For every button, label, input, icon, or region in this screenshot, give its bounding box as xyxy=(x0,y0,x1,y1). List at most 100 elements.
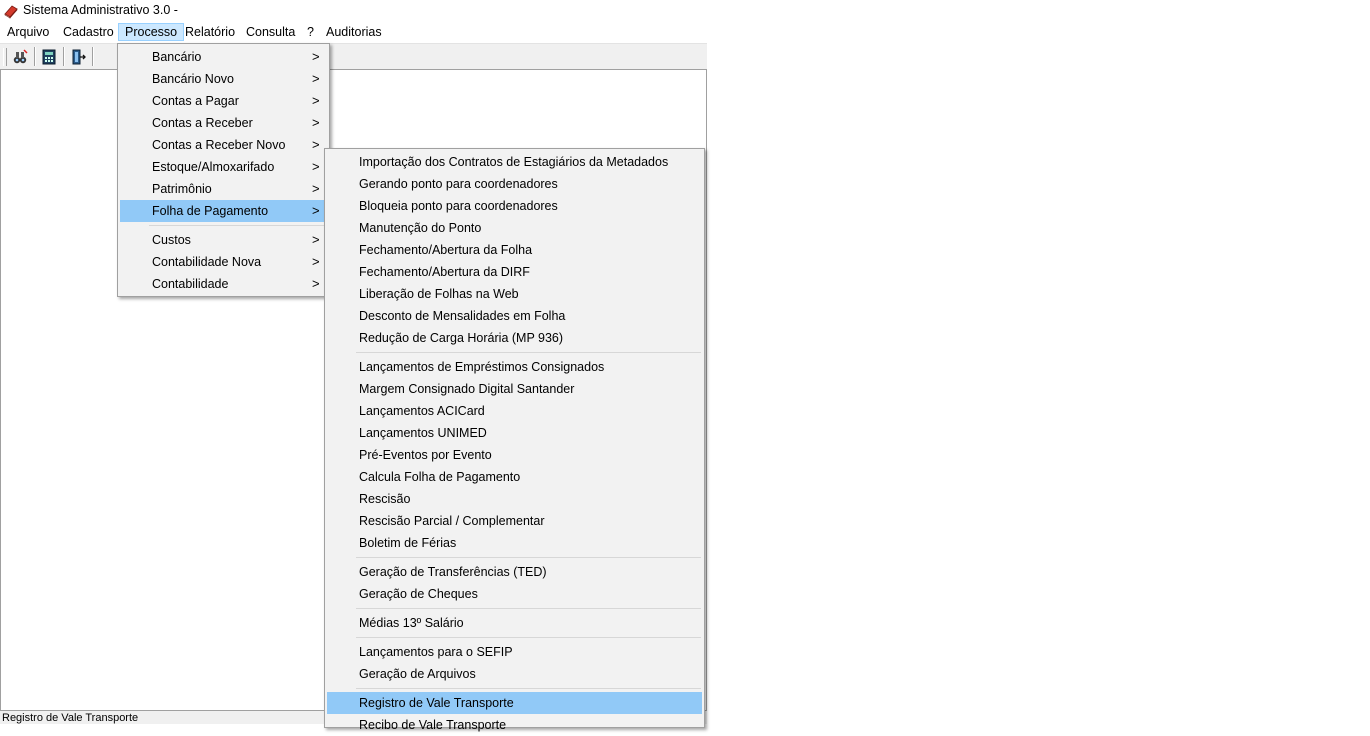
submenu-arrow-icon: > xyxy=(312,203,320,218)
menu-item-label: Geração de Cheques xyxy=(359,587,478,601)
submenu-arrow-icon: > xyxy=(312,49,320,64)
menu-cadastro[interactable]: Cadastro xyxy=(57,23,120,41)
search-binoculars-icon[interactable] xyxy=(9,46,31,67)
submenu-arrow-icon: > xyxy=(312,71,320,86)
submenu-arrow-icon: > xyxy=(312,254,320,269)
menu-item-label: Manutenção do Ponto xyxy=(359,221,482,235)
menu-item-label: Importação dos Contratos de Estagiários … xyxy=(359,155,669,169)
submenu-arrow-icon: > xyxy=(312,276,320,291)
menu-item-liberacao-folhas-web[interactable]: Liberação de Folhas na Web xyxy=(327,283,702,305)
menu-separator xyxy=(356,557,701,558)
window-title: Sistema Administrativo 3.0 - xyxy=(23,3,178,17)
menu-item-contas-a-receber[interactable]: Contas a Receber > xyxy=(120,112,327,134)
menu-item-label: Estoque/Almoxarifado xyxy=(152,160,275,174)
menu-item-gerando-ponto-coordenadores[interactable]: Gerando ponto para coordenadores xyxy=(327,173,702,195)
menu-item-label: Calcula Folha de Pagamento xyxy=(359,470,521,484)
menu-item-label: Contas a Receber Novo xyxy=(152,138,286,152)
menu-item-label: Patrimônio xyxy=(152,182,212,196)
menu-item-fechamento-abertura-folha[interactable]: Fechamento/Abertura da Folha xyxy=(327,239,702,261)
menu-item-fechamento-abertura-dirf[interactable]: Fechamento/Abertura da DIRF xyxy=(327,261,702,283)
folha-de-pagamento-submenu: Importação dos Contratos de Estagiários … xyxy=(324,148,705,732)
menu-item-label: Recibo de Vale Transporte xyxy=(359,718,507,732)
submenu-arrow-icon: > xyxy=(312,159,320,174)
menu-item-label: Rescisão Parcial / Complementar xyxy=(359,514,545,528)
menu-item-label: Rescisão xyxy=(359,492,411,506)
menu-item-label: Bloqueia ponto para coordenadores xyxy=(359,199,558,213)
menu-item-label: Folha de Pagamento xyxy=(152,204,269,218)
menu-item-estoque-almoxarifado[interactable]: Estoque/Almoxarifado > xyxy=(120,156,327,178)
menu-item-bancario-novo[interactable]: Bancário Novo > xyxy=(120,68,327,90)
menu-consulta[interactable]: Consulta xyxy=(240,23,301,41)
toolbar-grip[interactable] xyxy=(3,48,7,66)
menu-item-contas-a-pagar[interactable]: Contas a Pagar > xyxy=(120,90,327,112)
submenu-arrow-icon: > xyxy=(312,93,320,108)
menu-auditorias[interactable]: Auditorias xyxy=(320,23,388,41)
menu-item-lancamentos-unimed[interactable]: Lançamentos UNIMED xyxy=(327,422,702,444)
menu-item-label: Fechamento/Abertura da Folha xyxy=(359,243,533,257)
menu-item-bloqueia-ponto-coordenadores[interactable]: Bloqueia ponto para coordenadores xyxy=(327,195,702,217)
menu-item-label: Pré-Eventos por Evento xyxy=(359,448,492,462)
menu-item-margem-consignado-santander[interactable]: Margem Consignado Digital Santander xyxy=(327,378,702,400)
menu-separator xyxy=(356,608,701,609)
menu-arquivo[interactable]: Arquivo xyxy=(1,23,55,41)
menu-item-contas-a-receber-novo[interactable]: Contas a Receber Novo > xyxy=(120,134,327,156)
menu-item-label: Contabilidade Nova xyxy=(152,255,262,269)
menu-item-lancamentos-acicard[interactable]: Lançamentos ACICard xyxy=(327,400,702,422)
menu-separator xyxy=(356,637,701,638)
menu-item-label: Registro de Vale Transporte xyxy=(359,696,514,710)
menu-item-label: Fechamento/Abertura da DIRF xyxy=(359,265,530,279)
menu-item-label: Custos xyxy=(152,233,191,247)
menu-item-pre-eventos[interactable]: Pré-Eventos por Evento xyxy=(327,444,702,466)
menu-item-calcula-folha[interactable]: Calcula Folha de Pagamento xyxy=(327,466,702,488)
menu-item-label: Gerando ponto para coordenadores xyxy=(359,177,558,191)
menu-item-custos[interactable]: Custos > xyxy=(120,229,327,251)
menu-item-label: Redução de Carga Horária (MP 936) xyxy=(359,331,564,345)
app-book-icon xyxy=(3,3,19,19)
menu-item-lancamentos-sefip[interactable]: Lançamentos para o SEFIP xyxy=(327,641,702,663)
menu-item-boletim-ferias[interactable]: Boletim de Férias xyxy=(327,532,702,554)
menu-item-label: Liberação de Folhas na Web xyxy=(359,287,519,301)
exit-door-icon[interactable] xyxy=(67,46,89,67)
menu-item-label: Contabilidade xyxy=(152,277,229,291)
menu-item-patrimonio[interactable]: Patrimônio > xyxy=(120,178,327,200)
menu-separator xyxy=(149,225,326,226)
menu-item-bancario[interactable]: Bancário > xyxy=(120,46,327,68)
menu-separator xyxy=(356,352,701,353)
processo-menu: Bancário > Bancário Novo > Contas a Paga… xyxy=(117,43,330,297)
menu-item-label: Lançamentos para o SEFIP xyxy=(359,645,513,659)
menu-help[interactable]: ? xyxy=(301,23,320,41)
menu-item-rescisao[interactable]: Rescisão xyxy=(327,488,702,510)
menu-item-contabilidade-nova[interactable]: Contabilidade Nova > xyxy=(120,251,327,273)
menu-item-label: Lançamentos ACICard xyxy=(359,404,485,418)
toolbar-separator xyxy=(92,47,94,66)
menu-item-manutencao-ponto[interactable]: Manutenção do Ponto xyxy=(327,217,702,239)
menu-item-folha-de-pagamento[interactable]: Folha de Pagamento > xyxy=(120,200,327,222)
menu-item-label: Bancário Novo xyxy=(152,72,234,86)
menu-item-label: Geração de Transferências (TED) xyxy=(359,565,547,579)
toolbar-separator xyxy=(34,47,36,66)
toolbar xyxy=(0,43,707,70)
menu-item-medias-13-salario[interactable]: Médias 13º Salário xyxy=(327,612,702,634)
menu-item-geracao-ted[interactable]: Geração de Transferências (TED) xyxy=(327,561,702,583)
menu-item-desconto-mensalidades[interactable]: Desconto de Mensalidades em Folha xyxy=(327,305,702,327)
menu-item-emprestimos-consignados[interactable]: Lançamentos de Empréstimos Consignados xyxy=(327,356,702,378)
menu-item-reducao-carga-horaria[interactable]: Redução de Carga Horária (MP 936) xyxy=(327,327,702,349)
menu-item-label: Bancário xyxy=(152,50,202,64)
menu-relatorio[interactable]: Relatório xyxy=(179,23,241,41)
menu-item-importacao-contratos-estagiarios[interactable]: Importação dos Contratos de Estagiários … xyxy=(327,151,702,173)
menu-item-contabilidade[interactable]: Contabilidade > xyxy=(120,273,327,295)
submenu-arrow-icon: > xyxy=(312,181,320,196)
status-text: Registro de Vale Transporte xyxy=(2,712,139,724)
menu-item-geracao-arquivos[interactable]: Geração de Arquivos xyxy=(327,663,702,685)
menu-item-recibo-vale-transporte[interactable]: Recibo de Vale Transporte xyxy=(327,714,702,736)
calculator-icon[interactable] xyxy=(38,46,60,67)
submenu-arrow-icon: > xyxy=(312,115,320,130)
menu-item-label: Geração de Arquivos xyxy=(359,667,476,681)
menu-item-rescisao-parcial[interactable]: Rescisão Parcial / Complementar xyxy=(327,510,702,532)
title-bar: Sistema Administrativo 3.0 - xyxy=(0,0,707,22)
menu-item-registro-vale-transporte[interactable]: Registro de Vale Transporte xyxy=(327,692,702,714)
menu-item-label: Lançamentos de Empréstimos Consignados xyxy=(359,360,605,374)
menu-processo[interactable]: Processo xyxy=(118,23,185,41)
menu-separator xyxy=(356,688,701,689)
menu-item-geracao-cheques[interactable]: Geração de Cheques xyxy=(327,583,702,605)
